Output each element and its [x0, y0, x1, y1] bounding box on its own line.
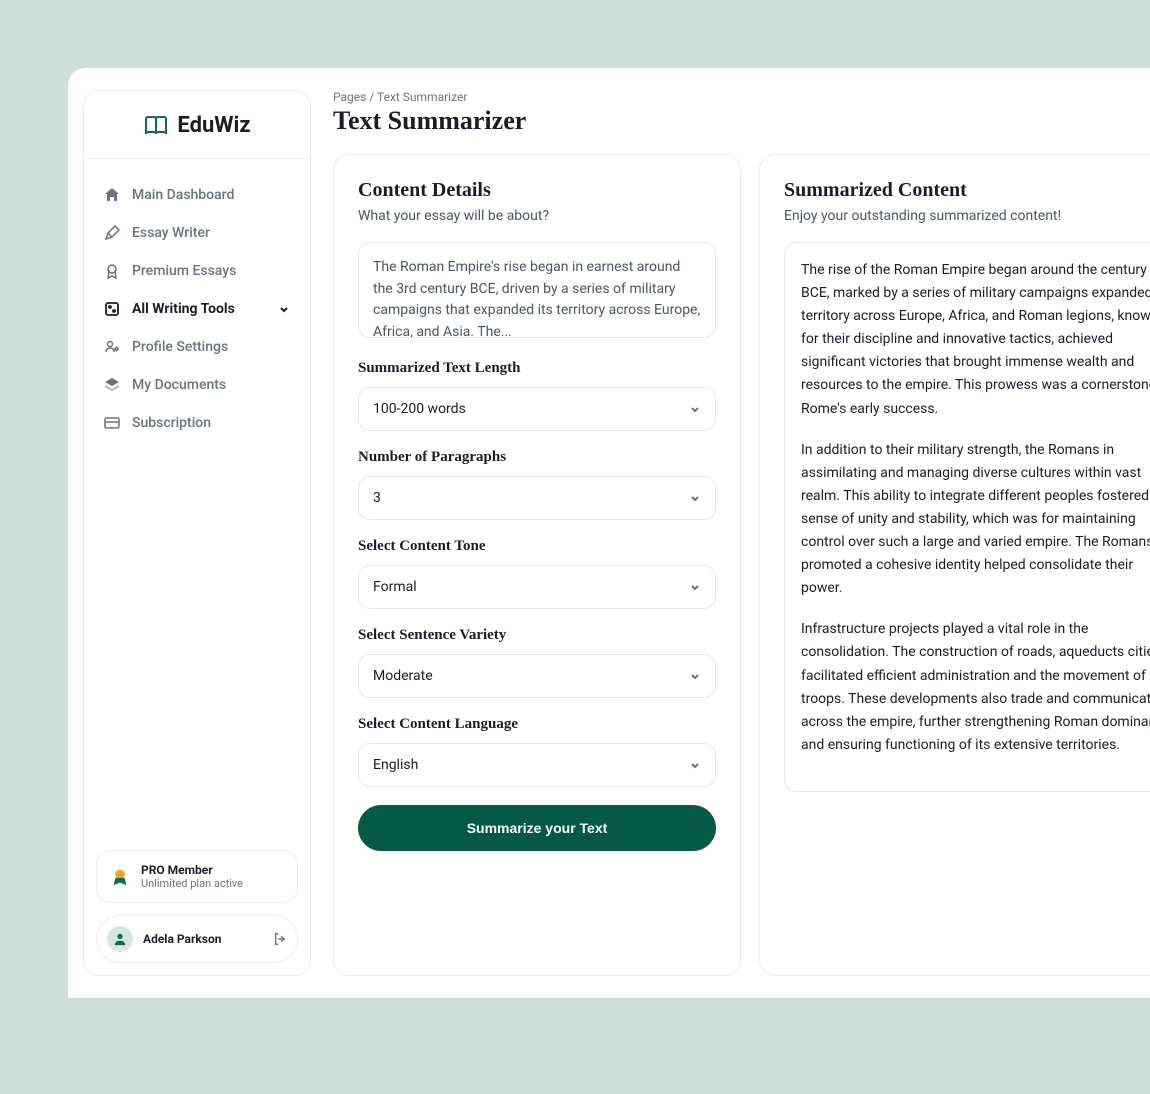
output-paragraph: The rise of the Roman Empire began aroun… [801, 259, 1150, 421]
length-value: 100-200 words [373, 401, 466, 417]
main-content: Pages / Text Summarizer Text Summarizer … [311, 68, 1150, 998]
pro-subtitle: Unlimited plan active [141, 877, 243, 890]
nav-dashboard[interactable]: Main Dashboard [94, 177, 300, 213]
language-value: English [373, 757, 418, 773]
award-icon [104, 263, 120, 279]
variety-select[interactable]: Moderate [358, 654, 716, 698]
tools-icon [104, 301, 120, 317]
nav-label: Main Dashboard [132, 187, 234, 203]
length-label: Summarized Text Length [358, 360, 716, 377]
chevron-down-icon [689, 670, 701, 682]
logo: EduWiz [84, 113, 310, 159]
pro-badge-icon [109, 866, 131, 888]
language-select[interactable]: English [358, 743, 716, 787]
summarize-button[interactable]: Summarize your Text [358, 805, 716, 851]
output-paragraph: In addition to their military strength, … [801, 439, 1150, 601]
layers-icon [104, 377, 120, 393]
paragraphs-value: 3 [373, 490, 381, 506]
nav-label: My Documents [132, 377, 226, 393]
variety-label: Select Sentence Variety [358, 627, 716, 644]
logout-icon[interactable] [273, 932, 287, 946]
nav-label: Profile Settings [132, 339, 228, 355]
tone-select[interactable]: Formal [358, 565, 716, 609]
nav-label: Premium Essays [132, 263, 236, 279]
chevron-down-icon [689, 581, 701, 593]
output-paragraph: Infrastructure projects played a vital r… [801, 618, 1150, 757]
sidebar: EduWiz Main Dashboard Essay Writer Premi… [83, 90, 311, 976]
tone-label: Select Content Tone [358, 538, 716, 555]
pencil-icon [104, 225, 120, 241]
page-title: Text Summarizer [333, 106, 1150, 136]
profile-settings-icon [104, 339, 120, 355]
input-text-area[interactable] [358, 242, 716, 338]
panel-title: Content Details [358, 179, 716, 202]
card-icon [104, 415, 120, 431]
length-select[interactable]: 100-200 words [358, 387, 716, 431]
nav-list: Main Dashboard Essay Writer Premium Essa… [84, 171, 310, 838]
output-subtitle: Enjoy your outstanding summarized conten… [784, 208, 1150, 224]
pro-member-badge: PRO Member Unlimited plan active [96, 850, 298, 903]
breadcrumb: Pages / Text Summarizer [333, 90, 1150, 104]
nav-documents[interactable]: My Documents [94, 367, 300, 403]
output-title: Summarized Content [784, 179, 1150, 202]
output-text-box: The rise of the Roman Empire began aroun… [784, 242, 1150, 792]
sidebar-bottom: PRO Member Unlimited plan active Adela P… [84, 838, 310, 975]
variety-value: Moderate [373, 668, 433, 684]
nav-label: Subscription [132, 415, 211, 431]
paragraphs-select[interactable]: 3 [358, 476, 716, 520]
nav-essay-writer[interactable]: Essay Writer [94, 215, 300, 251]
brand-name: EduWiz [177, 113, 250, 138]
chevron-down-icon [278, 303, 290, 315]
nav-premium-essays[interactable]: Premium Essays [94, 253, 300, 289]
avatar [107, 926, 133, 952]
pro-title: PRO Member [141, 863, 243, 877]
content-row: Content Details What your essay will be … [333, 154, 1150, 976]
home-icon [104, 187, 120, 203]
nav-all-tools[interactable]: All Writing Tools [94, 291, 300, 327]
chevron-down-icon [689, 492, 701, 504]
content-details-panel: Content Details What your essay will be … [333, 154, 741, 976]
summarized-content-panel: Summarized Content Enjoy your outstandin… [759, 154, 1150, 976]
nav-subscription[interactable]: Subscription [94, 405, 300, 441]
chevron-down-icon [689, 759, 701, 771]
nav-profile[interactable]: Profile Settings [94, 329, 300, 365]
app-container: EduWiz Main Dashboard Essay Writer Premi… [68, 68, 1150, 998]
book-icon [143, 116, 169, 136]
paragraphs-label: Number of Paragraphs [358, 449, 716, 466]
chevron-down-icon [689, 403, 701, 415]
person-icon [113, 932, 127, 946]
user-profile-row[interactable]: Adela Parkson [96, 915, 298, 963]
nav-label: All Writing Tools [132, 301, 235, 317]
tone-value: Formal [373, 579, 417, 595]
nav-label: Essay Writer [132, 225, 210, 241]
language-label: Select Content Language [358, 716, 716, 733]
panel-subtitle: What your essay will be about? [358, 208, 716, 224]
user-name: Adela Parkson [143, 932, 263, 946]
